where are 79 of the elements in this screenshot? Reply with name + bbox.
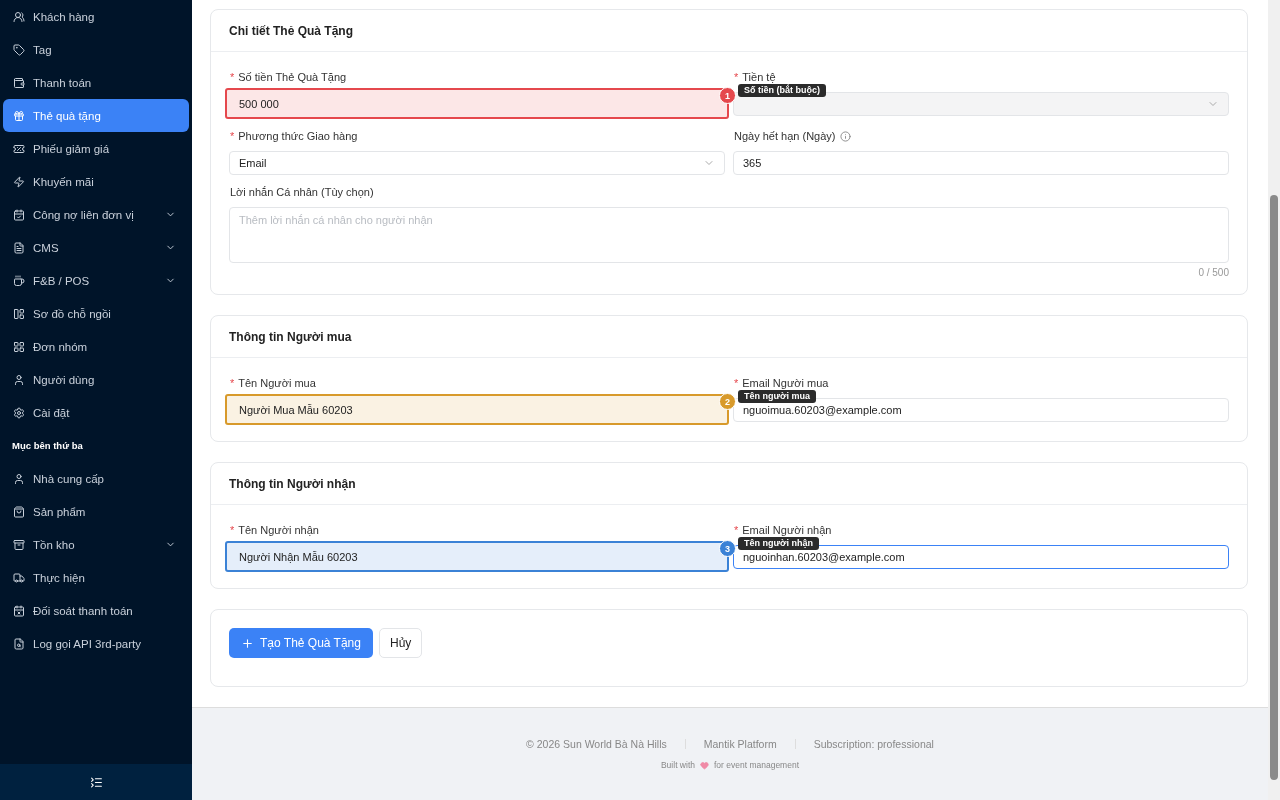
menu-icon xyxy=(13,307,25,320)
sidebar-item[interactable]: Phiếu giảm giá xyxy=(3,132,189,165)
sidebar-item[interactable]: F&B / POS xyxy=(3,264,189,297)
sidebar-item[interactable]: Log gọi API 3rd-party xyxy=(3,627,189,660)
number-badge: 3 xyxy=(719,540,736,557)
menu-icon xyxy=(13,175,25,188)
required-mark: * xyxy=(230,71,235,83)
select-field[interactable]: Email xyxy=(229,151,725,175)
menu-icon xyxy=(13,406,25,419)
required-mark: * xyxy=(734,377,739,389)
menu-icon xyxy=(13,604,25,617)
field-label: Email Người nhận xyxy=(742,524,832,536)
sidebar-item[interactable]: Đối soát thanh toán xyxy=(3,594,189,627)
field-label: Lời nhắn Cá nhân (Tùy chọn) xyxy=(230,186,374,198)
sidebar-item[interactable]: Khách hàng xyxy=(3,0,189,33)
sidebar-item[interactable]: Sản phẩm xyxy=(3,495,189,528)
sidebar-item[interactable]: Người dùng xyxy=(3,363,189,396)
field-label: Số tiền Thẻ Quà Tặng xyxy=(238,71,347,83)
collapse-menu-icon[interactable] xyxy=(89,775,103,789)
required-mark: * xyxy=(734,71,739,83)
sidebar-item[interactable]: Thực hiện xyxy=(3,561,189,594)
heart-icon xyxy=(699,760,709,770)
sidebar-section-heading: Mục bên thứ ba xyxy=(11,439,84,453)
sidebar-item[interactable]: Tồn kho xyxy=(3,528,189,561)
card-title: Thông tin Người mua xyxy=(211,316,1247,358)
menu-icon xyxy=(13,10,25,23)
menu-icon xyxy=(13,274,25,287)
character-counter: 0 / 500 xyxy=(1198,267,1229,278)
card-title: Thông tin Người nhận xyxy=(211,463,1247,505)
number-badge: 2 xyxy=(719,393,736,410)
field-label: Tiền tệ xyxy=(742,71,776,83)
field-label: Phương thức Giao hàng xyxy=(238,130,358,142)
sidebar-item[interactable]: Đơn nhóm xyxy=(3,330,189,363)
menu-icon xyxy=(13,109,25,122)
card-title: Chi tiết Thẻ Quà Tặng xyxy=(211,10,1247,52)
sidebar-item[interactable]: CMS xyxy=(3,231,189,264)
menu-icon xyxy=(13,505,25,518)
cancel-button[interactable]: Hủy xyxy=(378,628,423,658)
info-icon[interactable] xyxy=(839,130,851,142)
required-mark: * xyxy=(230,130,235,142)
scrollbar[interactable] xyxy=(1268,0,1280,800)
tooltip: Tên người mua xyxy=(738,390,816,403)
required-mark: * xyxy=(734,524,739,536)
required-mark: * xyxy=(230,524,235,536)
sidebar-item[interactable]: Thẻ quà tặng xyxy=(3,99,189,132)
menu-icon xyxy=(13,208,25,221)
sidebar-item[interactable]: Sơ đồ chỗ ngồi xyxy=(3,297,189,330)
sidebar-item[interactable]: Tag xyxy=(3,33,189,66)
footer-text: Subscription: professional xyxy=(813,738,934,750)
field-label: Ngày hết hạn (Ngày) xyxy=(734,130,836,142)
sidebar-item[interactable]: Nhà cung cấp xyxy=(3,462,189,495)
footer-text: Mantik Platform xyxy=(703,738,777,750)
sidebar-item[interactable]: Công nợ liên đơn vị xyxy=(3,198,189,231)
sidebar-item[interactable]: Thanh toán xyxy=(3,66,189,99)
tooltip: Tên người nhận xyxy=(738,537,819,550)
menu-icon xyxy=(13,472,25,485)
menu-icon xyxy=(13,142,25,155)
footer-note: for event management xyxy=(713,760,800,770)
menu-icon xyxy=(13,241,25,254)
field-label: Email Người mua xyxy=(742,377,829,389)
input-field[interactable]: 365 xyxy=(733,151,1229,175)
create-gift-card-button[interactable]: Tạo Thẻ Quà Tặng xyxy=(229,628,373,658)
tooltip: Số tiền (bắt buộc) xyxy=(738,84,826,97)
field-label: Tên Người nhận xyxy=(238,524,319,536)
menu-icon xyxy=(13,340,25,353)
required-mark: * xyxy=(230,377,235,389)
sidebar-item[interactable]: Khuyến mãi xyxy=(3,165,189,198)
menu-icon xyxy=(13,637,25,650)
menu-icon xyxy=(13,76,25,89)
menu-icon xyxy=(13,538,25,551)
field-label: Tên Người mua xyxy=(238,377,316,389)
menu-icon xyxy=(13,571,25,584)
number-badge: 1 xyxy=(719,87,736,104)
footer-note: Built with xyxy=(660,760,695,770)
plus-icon xyxy=(241,636,254,650)
sidebar-item[interactable]: Cài đặt xyxy=(3,396,189,429)
footer-text: © 2026 Sun World Bà Nà Hills xyxy=(526,738,667,750)
menu-icon xyxy=(13,373,25,386)
menu-icon xyxy=(13,43,25,56)
